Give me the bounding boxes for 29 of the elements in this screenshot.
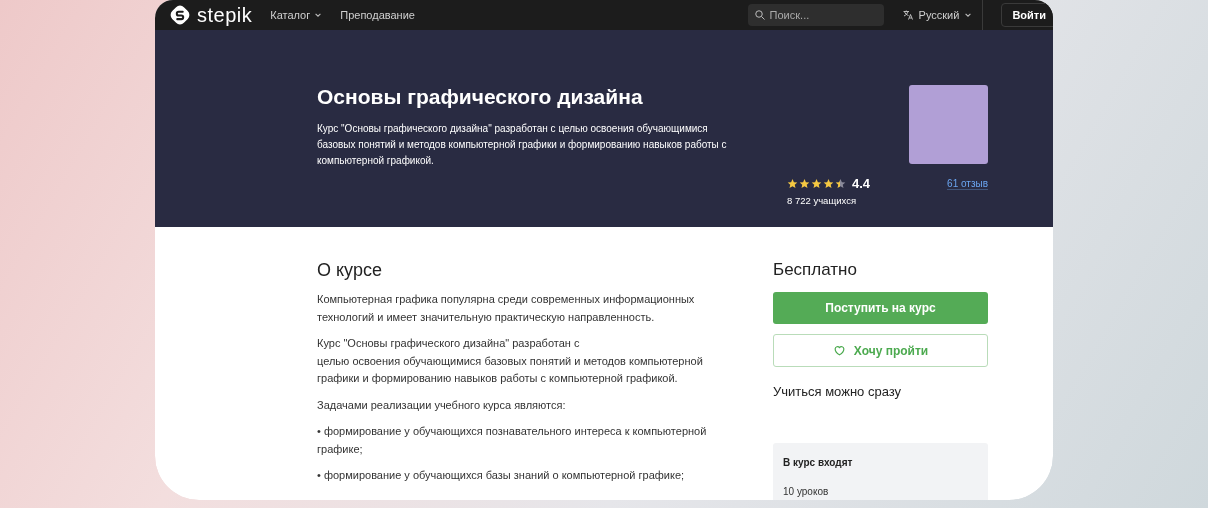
nav-link[interactable]: Преподавание [340,9,415,21]
star-icon [799,178,810,189]
price-label: Бесплатно [773,260,858,280]
about-paragraph: • формирование у обучающихся базы знаний о компьютерной графике; [317,468,686,483]
about-paragraph: Курс "Основы графического дизайна" разработан с целью освоения обучающимися базовых понятий и методов компьютерной графики и формированию навыков работы с компьютерной графикой. [317,336,704,386]
reviews-link[interactable]: 61 отзыв [947,177,988,190]
star-icon [823,178,834,189]
star-icon [835,178,846,189]
search-field[interactable]: Поиск... [747,4,884,26]
about-paragraph: Компьютерная графика популярна среди современных информационных технологий и имеет значительную практическую направленность. [317,292,696,325]
rating-value: 4.4 [852,176,871,191]
logo-text[interactable]: stepik [197,3,253,27]
start-note: Учиться можно сразу [773,384,903,399]
heart-icon [832,344,846,357]
login-button[interactable]: Войти [1001,3,1053,27]
star-icon [811,178,822,189]
course-title: Основы графического дизайна [317,85,644,109]
chevron-down-icon [964,11,973,19]
chevron-down-icon [314,11,323,19]
section-heading: О курсе [317,260,383,281]
star-icon [787,178,798,189]
learners-count: 8 722 учащихся [787,195,858,206]
course-description: Курс "Основы графического дизайна" разработан с целью освоения обучающимися базовых понятий и методов компьютерной графики и формированию навыков работы с компьютерной графикой. [317,122,728,168]
includes-title: В курс входят [783,457,854,468]
about-paragraph: Задачами реализации учебного курса являются: [317,397,567,413]
about-paragraph: • формирование у обучающихся познавательного интереса к компьютерной графике; [317,424,708,457]
translate-icon [901,9,914,21]
includes-item: 10 уроков [783,486,830,497]
nav-link[interactable]: Каталог [270,9,323,21]
